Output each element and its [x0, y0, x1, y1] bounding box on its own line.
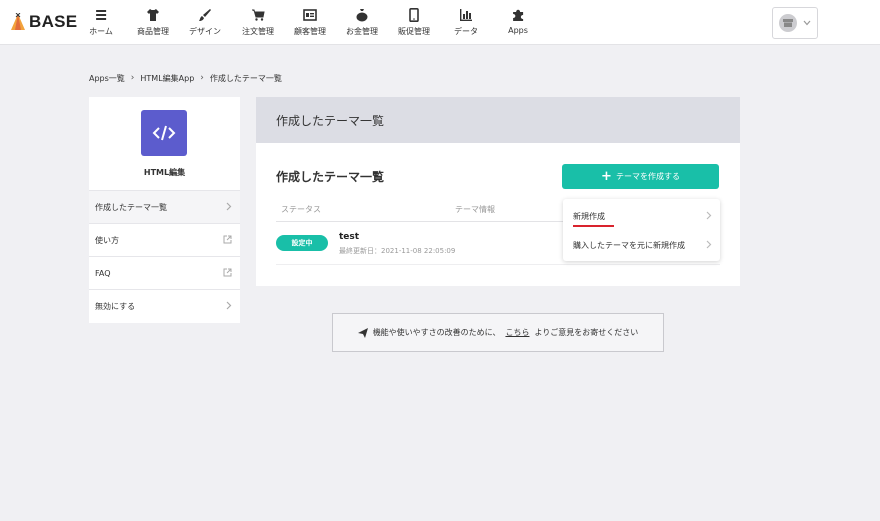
shop-menu-button[interactable]: [772, 7, 818, 39]
create-theme-button[interactable]: + テーマを作成する: [562, 164, 719, 189]
nav-promotion[interactable]: 販促管理: [398, 8, 430, 40]
chevron-right-icon: [706, 211, 712, 220]
row-divider: [276, 264, 720, 265]
chevron-down-icon: [803, 20, 811, 26]
breadcrumb: Apps一覧 › HTML編集App › 作成したテーマ一覧: [89, 72, 282, 84]
code-icon: [141, 110, 187, 156]
dropdown-item-label: 購入したテーマを元に新規作成: [573, 240, 685, 250]
plus-icon: +: [601, 169, 612, 184]
chevron-right-icon: ›: [200, 73, 204, 83]
chevron-right-icon: ›: [130, 73, 135, 83]
nav-orders[interactable]: 注文管理: [242, 8, 274, 40]
dropdown-item-label: 新規作成: [573, 211, 605, 221]
column-header-theme-info: テーマ情報: [455, 205, 495, 214]
nav-apps[interactable]: Apps: [508, 8, 528, 40]
feedback-text-before: 機能や使いやすさの改善のために、: [372, 328, 501, 337]
cart-icon: [252, 9, 265, 21]
paper-plane-icon: [357, 327, 368, 338]
nav-label: 注文管理: [242, 27, 274, 36]
nav-customers[interactable]: 顧客管理: [294, 8, 326, 40]
breadcrumb-html-edit-link[interactable]: HTML編集App: [140, 73, 194, 84]
nav-products[interactable]: 商品管理: [137, 8, 169, 40]
nav-design[interactable]: デザイン: [189, 8, 221, 40]
chevron-right-icon: [226, 202, 232, 211]
base-logo[interactable]: BASE: [10, 11, 77, 33]
feedback-text-after: よりご意見をお寄せください: [534, 328, 639, 337]
dropdown-item-from-purchased[interactable]: 購入したテーマを元に新規作成: [563, 230, 720, 260]
column-header-status: ステータス: [281, 205, 321, 214]
app-sidebar-card: HTML編集 作成したテーマ一覧 使い方 FAQ 無効にする: [89, 97, 240, 323]
nav-label: Apps: [508, 26, 528, 35]
list-icon: [95, 10, 106, 20]
page-title: 作成したテーマ一覧: [276, 114, 385, 128]
main-header: 作成したテーマ一覧: [256, 97, 740, 143]
puzzle-icon: [512, 9, 523, 21]
nav-label: 販促管理: [398, 27, 430, 36]
app-name: HTML編集: [143, 168, 186, 177]
money-bag-icon: [356, 9, 368, 22]
menu-item-label: 使い方: [95, 235, 119, 245]
menu-item-howto[interactable]: 使い方: [89, 223, 240, 256]
phone-icon: [409, 8, 419, 22]
brush-icon: [199, 9, 211, 21]
create-theme-dropdown: 新規作成 購入したテーマを元に新規作成: [563, 199, 720, 261]
nav-label: 顧客管理: [294, 27, 326, 36]
nav-data[interactable]: データ: [454, 8, 478, 40]
dropdown-item-new[interactable]: 新規作成: [563, 201, 720, 231]
red-underline: [573, 225, 614, 227]
menu-item-label: FAQ: [95, 268, 111, 278]
bar-chart-icon: [460, 9, 472, 21]
shop-avatar: [779, 14, 797, 32]
store-icon: [783, 19, 793, 27]
menu-item-label: 無効にする: [95, 301, 136, 311]
external-link-icon: [223, 235, 232, 244]
menu-item-theme-list[interactable]: 作成したテーマ一覧: [89, 190, 240, 223]
menu-item-label: 作成したテーマ一覧: [95, 202, 167, 212]
nav-label: お金管理: [346, 27, 378, 36]
nav-money[interactable]: お金管理: [346, 8, 378, 40]
top-navigation-bar: BASE ホーム 商品管理 デザイン 注文管理 顧客管理 お金管理 販促管理 デ…: [0, 0, 880, 45]
status-badge: 設定中: [276, 235, 328, 251]
nav-label: 商品管理: [137, 27, 169, 36]
tshirt-icon: [147, 9, 159, 21]
nav-label: ホーム: [89, 27, 113, 36]
chevron-right-icon: [226, 301, 232, 310]
nav-label: デザイン: [189, 27, 221, 36]
nav-label: データ: [454, 27, 478, 36]
chevron-right-icon: [706, 240, 712, 249]
theme-name: test: [339, 232, 360, 242]
tent-logo-icon: [11, 13, 25, 30]
id-card-icon: [303, 9, 317, 21]
menu-item-faq[interactable]: FAQ: [89, 256, 240, 289]
nav-home[interactable]: ホーム: [89, 8, 113, 40]
breadcrumb-current: 作成したテーマ一覧: [209, 73, 282, 83]
logo-text: BASE: [29, 12, 78, 31]
create-theme-label: テーマを作成する: [615, 172, 680, 181]
external-link-icon: [223, 268, 232, 277]
section-title: 作成したテーマ一覧: [276, 170, 385, 184]
theme-updated-date: 最終更新日：2021-11-08 22:05:09: [339, 247, 456, 255]
breadcrumb-apps-link[interactable]: Apps一覧: [89, 73, 125, 84]
menu-item-disable[interactable]: 無効にする: [89, 289, 240, 322]
feedback-box: 機能や使いやすさの改善のために、 こちら よりご意見をお寄せください: [332, 313, 664, 352]
feedback-link[interactable]: こちら: [505, 327, 529, 338]
